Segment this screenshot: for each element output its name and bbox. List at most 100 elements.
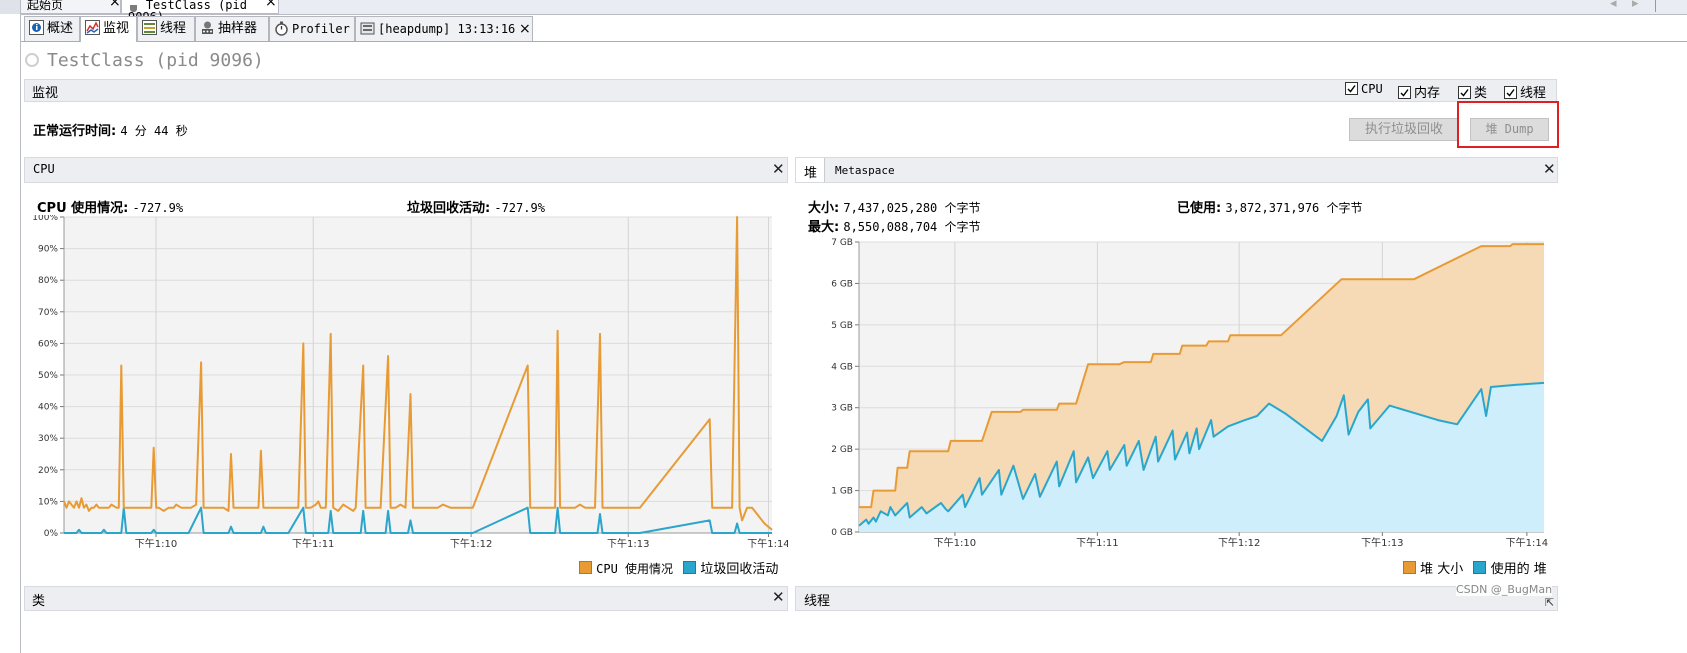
heap-max-value: 8,550,088,704 个字节 [843, 220, 981, 234]
chevron-right-icon[interactable]: ▸ [1632, 0, 1639, 11]
uptime-value: 4 分 44 秒 [120, 124, 188, 138]
tab-overview[interactable]: 概述 [24, 16, 80, 41]
legend-swatch-heap-used [1473, 561, 1487, 574]
tab-testclass[interactable]: TestClass (pid 9096) × [121, 0, 279, 23]
threads-icon [142, 20, 157, 35]
checkbox-label: CPU [1361, 82, 1383, 96]
checkbox-threads[interactable]: 线程 [1504, 82, 1546, 101]
close-icon[interactable]: × [519, 17, 531, 41]
checkbox-label: 内存 [1414, 86, 1441, 101]
x-tick-label: 下午1:14 [747, 537, 788, 550]
heap-used-value: 3,872,371,976 个字节 [1225, 201, 1363, 215]
tab-label: 起始页 [27, 0, 64, 12]
left-gutter [0, 14, 21, 653]
threads-panel-title: 线程 [804, 594, 831, 609]
checkbox-icon[interactable] [1345, 82, 1358, 95]
y-tick-label: 80% [38, 276, 58, 286]
x-tick-label: 下午1:13 [607, 537, 649, 550]
checkbox-icon[interactable] [1458, 86, 1471, 99]
uptime-label: 正常运行时间: [33, 124, 117, 139]
y-tick-label: 70% [38, 308, 58, 318]
y-tick-label: 0% [44, 529, 59, 539]
tab-label: [heapdump] 13:13:16 [378, 22, 516, 36]
y-tick-label: 90% [38, 245, 58, 255]
tab-sampler[interactable]: 抽样器 [195, 16, 269, 41]
page-title: TestClass (pid 9096) [47, 50, 264, 71]
close-icon[interactable]: × [109, 0, 121, 9]
sampler-icon [200, 20, 215, 35]
checkbox-cpu[interactable]: CPU [1345, 82, 1383, 97]
y-tick-label: 2 GB [831, 445, 853, 455]
status-circle-icon [25, 53, 39, 67]
tab-label: 线程 [160, 21, 187, 36]
y-tick-label: 20% [38, 466, 58, 476]
heap-size-label: 大小: [808, 201, 840, 216]
y-tick-label: 10% [38, 497, 58, 507]
heap-size-stat: 大小: 7,437,025,280 个字节 [808, 197, 981, 216]
x-tick-label: 下午1:12 [1218, 536, 1260, 549]
cpu-usage-stat: CPU 使用情况: -727.9% [37, 197, 183, 216]
y-tick-label: 50% [38, 371, 58, 381]
monitor-section-label: 监视 [32, 86, 59, 101]
tab-metaspace[interactable]: Metaspace [835, 164, 895, 177]
heap-max-label: 最大: [808, 220, 840, 235]
classes-panel-header [24, 586, 788, 611]
x-tick-label: 下午1:11 [1076, 536, 1118, 549]
y-tick-label: 7 GB [831, 238, 853, 248]
tab-label: 抽样器 [218, 21, 258, 36]
legend-heap-used-label: 使用的 堆 [1490, 562, 1547, 577]
cpu-chart: 0% 10% 20% 30% 40% 50% 60% 70% 80% 90% 100% 下午1:10 下… [32, 215, 788, 550]
tab-start-page[interactable]: 起始页 × [20, 0, 121, 14]
tab-label: Profiler [292, 22, 350, 36]
x-tick-label: 下午1:11 [292, 537, 334, 550]
tab-profiler[interactable]: Profiler [269, 16, 355, 41]
threads-panel-header [795, 586, 1558, 611]
cpu-usage-value: -727.9% [132, 201, 184, 215]
tab-threads[interactable]: 线程 [137, 16, 195, 41]
y-tick-label: 0 GB [831, 528, 853, 538]
checkbox-label: 线程 [1520, 86, 1547, 101]
tab-heap-label: 堆 [804, 166, 818, 181]
y-tick-label: 6 GB [831, 279, 853, 289]
checkbox-memory[interactable]: 内存 [1398, 82, 1440, 101]
checkbox-classes[interactable]: 类 [1458, 82, 1487, 101]
checkbox-label: 类 [1474, 86, 1488, 101]
checkbox-icon[interactable] [1504, 86, 1517, 99]
y-tick-label: 40% [38, 403, 58, 413]
legend-swatch-gc [683, 561, 697, 574]
heap-size-value: 7,437,025,280 个字节 [843, 201, 981, 215]
y-tick-label: 100% [32, 215, 58, 223]
y-tick-label: 60% [38, 339, 58, 349]
close-icon[interactable]: ✕ [1543, 160, 1556, 178]
tab-monitor[interactable]: 监视 [80, 16, 137, 42]
divider [1655, 0, 1656, 12]
gc-activity-value: -727.9% [494, 201, 545, 215]
heap-panel-header [795, 157, 1558, 183]
perform-gc-button[interactable]: 执行垃圾回收 [1349, 118, 1459, 141]
monitor-section-bar [24, 79, 1557, 102]
y-tick-label: 1 GB [831, 487, 853, 497]
gc-activity-stat: 垃圾回收活动: -727.9% [407, 197, 545, 216]
heapdump-icon [360, 21, 375, 36]
x-tick-label: 下午1:14 [1506, 536, 1548, 549]
checkbox-icon[interactable] [1398, 86, 1411, 99]
cpu-legend: CPU 使用情况 垃圾回收活动 [579, 558, 778, 577]
chevron-left-icon[interactable]: ◂ [1610, 0, 1617, 11]
classes-panel-title: 类 [32, 594, 46, 609]
y-tick-label: 4 GB [831, 362, 853, 372]
legend-swatch-cpu [579, 561, 592, 574]
monitor-chart-icon [85, 20, 100, 35]
heap-max-stat: 最大: 8,550,088,704 个字节 [808, 216, 981, 235]
close-icon[interactable]: ✕ [772, 588, 785, 606]
watermark: CSDN @_BugMan [1456, 583, 1553, 596]
tab-heapdump[interactable]: [heapdump] 13:13:16 × [355, 16, 533, 41]
close-icon[interactable]: ✕ [772, 160, 785, 178]
legend-swatch-heap-size [1403, 561, 1416, 574]
x-tick-label: 下午1:12 [450, 537, 492, 550]
tab-label: 监视 [103, 21, 130, 36]
stopwatch-icon [274, 21, 289, 36]
close-icon[interactable]: × [265, 0, 277, 9]
expand-icon[interactable]: ⇱ [1545, 596, 1554, 609]
legend-cpu-label: CPU 使用情况 [596, 562, 674, 576]
info-icon [29, 20, 44, 35]
